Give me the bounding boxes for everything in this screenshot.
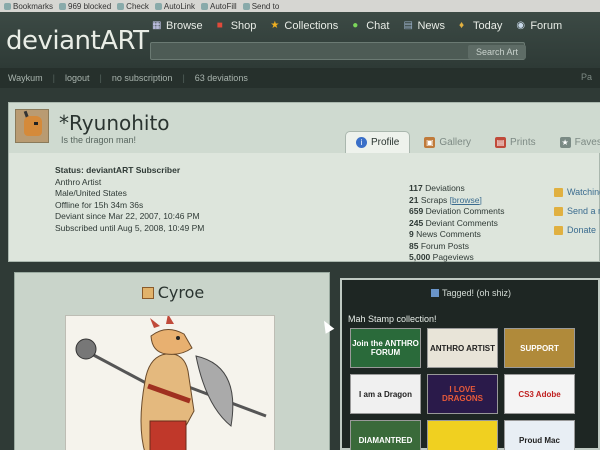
info-line: Male/United States [55,188,127,198]
userbar-right-link[interactable]: Pa [581,72,592,82]
lock-icon [554,226,563,235]
stat-row: 245 Deviant Comments [409,217,498,228]
profile-info: Status: deviantART Subscriber Anthro Art… [55,165,204,234]
site-logo[interactable]: deviantART [6,26,149,56]
bookmark-icon [4,2,11,10]
watch-link[interactable]: Watching [554,183,600,202]
prints-icon: ▤ [495,136,507,148]
autofill-icon [201,2,208,10]
search-button[interactable]: Search Art [468,45,526,59]
user-name-link[interactable]: Waykum [8,73,43,83]
chat-icon: ● [352,20,359,31]
news-icon: ▤ [403,20,413,31]
stamp[interactable] [427,420,498,450]
dragon-artwork [75,316,267,450]
separator: | [99,73,102,83]
nav-collections[interactable]: ★ Collections [270,20,338,32]
stat-row: 5,000 Pageviews [409,252,474,262]
deviation-icon [141,287,154,299]
stamp-grid: Join the ANTHRO FORUM ANTHRO ARTIST SUPP… [350,328,580,450]
nav-shop[interactable]: ■ Shop [217,20,257,32]
logout-link[interactable]: logout [65,73,90,83]
profile-actions: Watching Send a n Donate [554,183,600,240]
stat-row: 9 News Comments [409,229,481,239]
info-icon: i [356,137,367,148]
featured-deviation: Cyroe [14,272,330,450]
browser-item-autolink[interactable]: AutoLink [154,2,195,11]
main-nav: ▦ Browse ■ Shop ★ Collections ● Chat ▤ News ♦… [152,20,562,32]
browser-toolbar: Bookmarks 969 blocked Check AutoLink Aut… [0,0,600,12]
star-icon: ★ [270,20,280,31]
tab-gallery[interactable]: ▣ Gallery [414,131,481,153]
site-header: deviantART ▦ Browse ■ Shop ★ Collections ● C… [0,12,600,68]
stat-row: 659 Deviation Comments [409,206,505,216]
stamp[interactable]: I LOVE DRAGONS [427,374,498,414]
tab-profile[interactable]: i Profile [345,131,411,153]
send-icon [242,2,250,10]
browser-item-bookmarks[interactable]: Bookmarks [4,2,53,11]
browser-item-check[interactable]: Check [117,2,149,11]
tab-faves[interactable]: ★ Faves [550,131,600,153]
browser-item-blocked[interactable]: 969 blocked [59,2,111,11]
tag-icon [430,289,439,297]
stamp-heading: Mah Stamp collection! [348,314,437,324]
profile-tabs: i Profile ▣ Gallery ▤ Prints ★ Faves [345,131,600,153]
shop-icon: ■ [216,20,223,31]
check-icon [117,2,125,10]
stamp[interactable]: DIAMANTRED [350,420,421,450]
nav-news[interactable]: ▤ News [403,20,445,32]
info-line: Subscribed until Aug 5, 2008, 10:49 PM [55,222,205,233]
profile-tagline: Is the dragon man! [61,135,137,145]
stat-row: 85 Forum Posts [409,240,470,251]
stamp[interactable]: Join the ANTHRO FORUM [350,328,421,368]
deviation-title: Cyroe [15,283,331,302]
stamp[interactable]: Proud Mac [504,420,575,450]
block-icon [59,2,67,10]
grid-icon: ▦ [152,20,162,31]
stamp[interactable]: SUPPORT [504,328,575,368]
profile-card: *Ryunohito Is the dragon man! i Profile … [8,102,600,262]
faves-icon: ★ [559,136,571,148]
stat-row: 21 Scraps [browse] [409,194,482,205]
tab-prints[interactable]: ▤ Prints [485,131,546,153]
deviation-image[interactable] [65,315,275,450]
stamp-collection-panel: Tagged! (oh shiz) Mah Stamp collection! … [340,278,600,450]
nav-forum[interactable]: ◉ Forum [516,20,562,32]
separator: | [182,73,185,83]
deviations-link[interactable]: 63 deviations [195,73,248,83]
browser-item-autofill[interactable]: AutoFill [201,2,237,11]
separator: | [52,73,56,83]
stat-row: 117 Deviations [409,183,465,193]
today-icon: ♦ [458,20,465,31]
browse-scraps-link[interactable]: [browse] [450,195,482,205]
stamp-panel-title: Tagged! (oh shiz) [342,288,600,298]
user-bar: Waykum | logout | no subscription | 63 d… [0,68,600,88]
nav-browse[interactable]: ▦ Browse [152,20,203,32]
stamp[interactable]: I am a Dragon [350,374,421,414]
page-body: *Ryunohito Is the dragon man! i Profile … [0,88,600,450]
autolink-icon [154,2,162,10]
info-line: Anthro Artist [55,176,102,187]
donate-link[interactable]: Donate [554,221,600,240]
profile-username: *Ryunohito [59,111,170,135]
profile-header: *Ryunohito Is the dragon man! i Profile … [9,103,600,153]
info-line: Offline for 15h 34m 36s [55,199,144,210]
info-line: Deviant since Mar 22, 2007, 10:46 PM [55,211,200,221]
forum-icon: ◉ [516,20,526,31]
subscription-link[interactable]: no subscription [112,73,173,83]
watch-icon [554,188,563,197]
stamp[interactable]: ANTHRO ARTIST [427,328,498,368]
browser-item-send[interactable]: Send to [242,2,279,11]
avatar[interactable] [15,109,49,143]
note-icon [554,207,563,216]
nav-today[interactable]: ♦ Today [459,20,502,32]
status-line: Status: deviantART Subscriber [55,165,181,175]
profile-stats: 117 Deviations 21 Scraps [browse] 659 De… [409,183,504,264]
send-note-link[interactable]: Send a n [554,202,600,221]
stamp[interactable]: CS3 Adobe [504,374,575,414]
nav-chat[interactable]: ● Chat [352,20,389,32]
gallery-icon: ▣ [424,136,436,148]
